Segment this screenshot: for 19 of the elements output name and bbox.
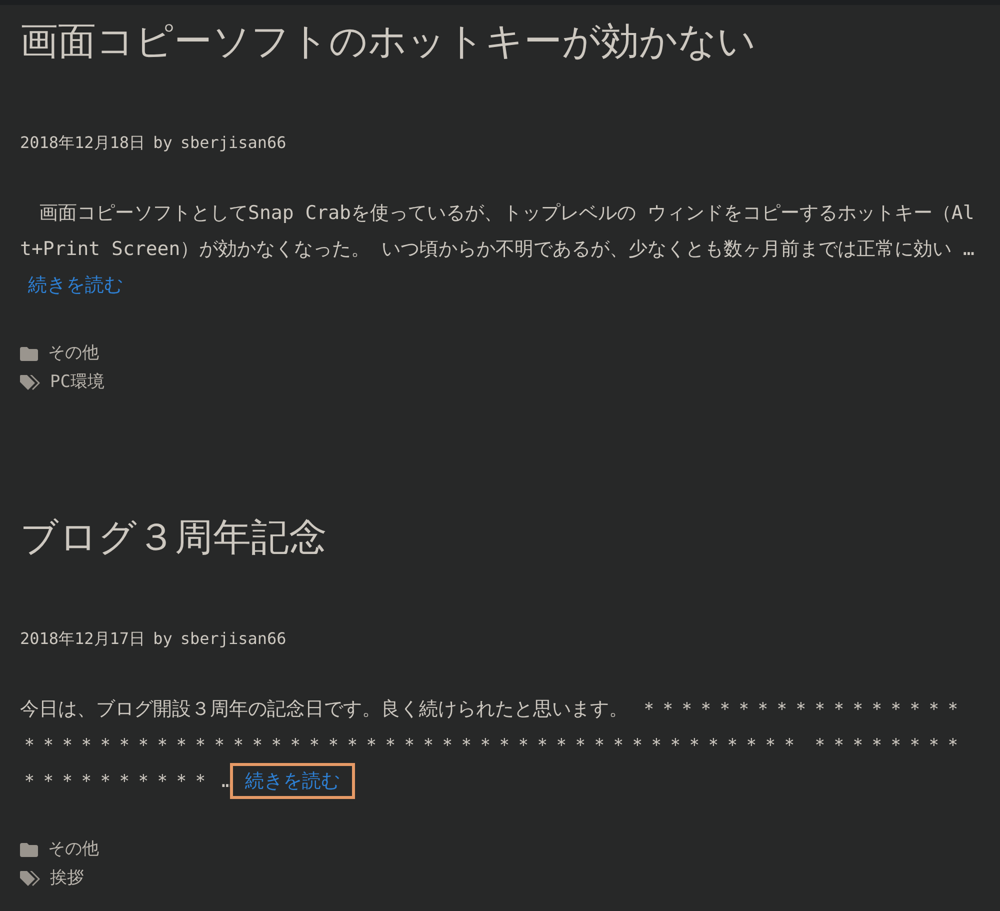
tag-icon	[20, 870, 40, 886]
post-date: 2018年12月17日	[20, 628, 146, 650]
read-more-link[interactable]: 続きを読む	[28, 274, 123, 296]
read-more-link[interactable]: 続きを読む	[232, 766, 352, 796]
tag-link[interactable]: 挨拶	[50, 864, 84, 893]
byline-label: by	[153, 628, 172, 650]
post-date: 2018年12月18日	[20, 132, 146, 154]
category-link[interactable]: その他	[48, 835, 99, 864]
post-excerpt: 画面コピーソフトとしてSnap Crabを使っているが、トップレベルの ウィンドをコピーするホットキー（Alt+Print Screen）が効かなくなった。 いつ頃からか不明であるが、少なくとも数ヶ月前までは正常に効い … 続きを読む	[20, 201, 976, 298]
folder-icon	[20, 842, 38, 856]
byline-label: by	[153, 132, 172, 154]
post-title[interactable]: 画面コピーソフトのホットキーが効かない	[20, 13, 980, 69]
post-title[interactable]: ブログ３周年記念	[20, 509, 980, 565]
tag-icon	[20, 374, 40, 390]
tag-link[interactable]: PC環境	[50, 368, 104, 397]
author-name: sberjisan66	[180, 628, 286, 650]
category-link[interactable]: その他	[48, 339, 99, 368]
author-name: sberjisan66	[180, 132, 286, 154]
folder-icon	[20, 346, 38, 360]
